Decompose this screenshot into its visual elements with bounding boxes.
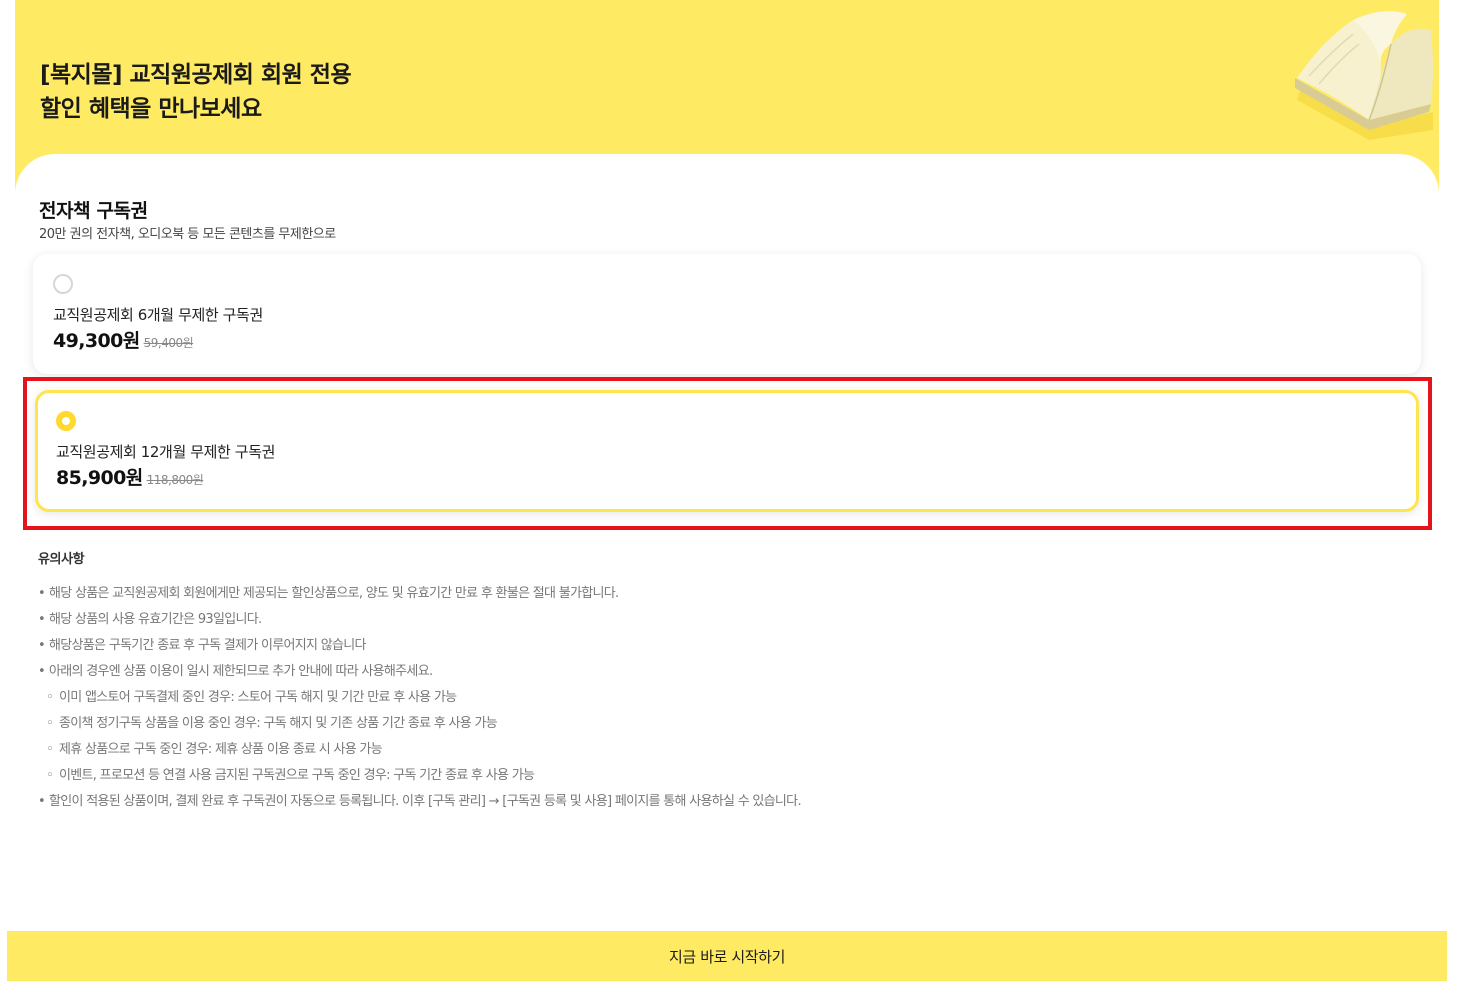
open-book-icon bbox=[1295, 11, 1433, 140]
section-subtitle: 20만 권의 전자책, 오디오북 등 모든 콘텐츠를 무제한으로 bbox=[39, 227, 336, 242]
notice-title: 유의사항 bbox=[38, 552, 85, 567]
hero-title-line-1: [복지몰] 교직원공제회 회원 전용 bbox=[40, 62, 352, 88]
option-price: 49,300원 bbox=[53, 330, 140, 352]
hero-title: [복지몰] 교직원공제회 회원 전용 할인 혜택을 만나보세요 bbox=[40, 58, 352, 126]
subscription-option-12-months[interactable]: 교직원공제회 12개월 무제한 구독권 85,900원 118,800원 bbox=[35, 390, 1419, 512]
section-title: 전자책 구독권 bbox=[39, 200, 148, 222]
price-row: 85,900원 118,800원 bbox=[56, 463, 204, 490]
notice-sub-item: 제휴 상품으로 구독 중인 경우: 제휴 상품 이용 종료 시 사용 가능 bbox=[38, 737, 1138, 763]
hero-title-line-2: 할인 혜택을 만나보세요 bbox=[40, 96, 262, 122]
subscription-option-6-months[interactable]: 교직원공제회 6개월 무제한 구독권 49,300원 59,400원 bbox=[33, 254, 1421, 374]
notice-item: 해당상품은 구독기간 종료 후 구독 결제가 이루어지지 않습니다 bbox=[38, 633, 1138, 659]
notice-item: 해당 상품의 사용 유효기간은 93일입니다. bbox=[38, 607, 1138, 633]
option-name: 교직원공제회 12개월 무제한 구독권 bbox=[56, 443, 275, 461]
option-original-price: 59,400원 bbox=[143, 336, 194, 350]
option-name: 교직원공제회 6개월 무제한 구독권 bbox=[53, 306, 263, 324]
notice-list: 해당 상품은 교직원공제회 회원에게만 제공되는 할인상품으로, 양도 및 유효… bbox=[38, 581, 1138, 815]
notice-sub-item: 이벤트, 프로모션 등 연결 사용 금지된 구독권으로 구독 중인 경우: 구독… bbox=[38, 763, 1138, 789]
radio-unselected[interactable] bbox=[53, 274, 73, 294]
notice-sub-item: 이미 앱스토어 구독결제 중인 경우: 스토어 구독 해지 및 기간 만료 후 … bbox=[38, 685, 1138, 711]
radio-selected[interactable] bbox=[56, 411, 76, 431]
notice-item: 해당 상품은 교직원공제회 회원에게만 제공되는 할인상품으로, 양도 및 유효… bbox=[38, 581, 1138, 607]
option-price: 85,900원 bbox=[56, 467, 143, 489]
notice-item: 아래의 경우엔 상품 이용이 일시 제한되므로 추가 안내에 따라 사용해주세요… bbox=[38, 659, 1138, 685]
price-row: 49,300원 59,400원 bbox=[53, 326, 194, 353]
page: [복지몰] 교직원공제회 회원 전용 할인 혜택을 만나보세요 전자책 구독권 … bbox=[0, 0, 1464, 981]
notice-section: 유의사항 해당 상품은 교직원공제회 회원에게만 제공되는 할인상품으로, 양도… bbox=[38, 550, 1138, 815]
option-original-price: 118,800원 bbox=[146, 473, 204, 487]
start-now-button[interactable]: 지금 바로 시작하기 bbox=[7, 931, 1447, 981]
notice-sub-item: 종이책 정기구독 상품을 이용 중인 경우: 구독 해지 및 기존 상품 기간 … bbox=[38, 711, 1138, 737]
notice-item: 할인이 적용된 상품이며, 결제 완료 후 구독권이 자동으로 등록됩니다. 이… bbox=[38, 789, 1138, 815]
